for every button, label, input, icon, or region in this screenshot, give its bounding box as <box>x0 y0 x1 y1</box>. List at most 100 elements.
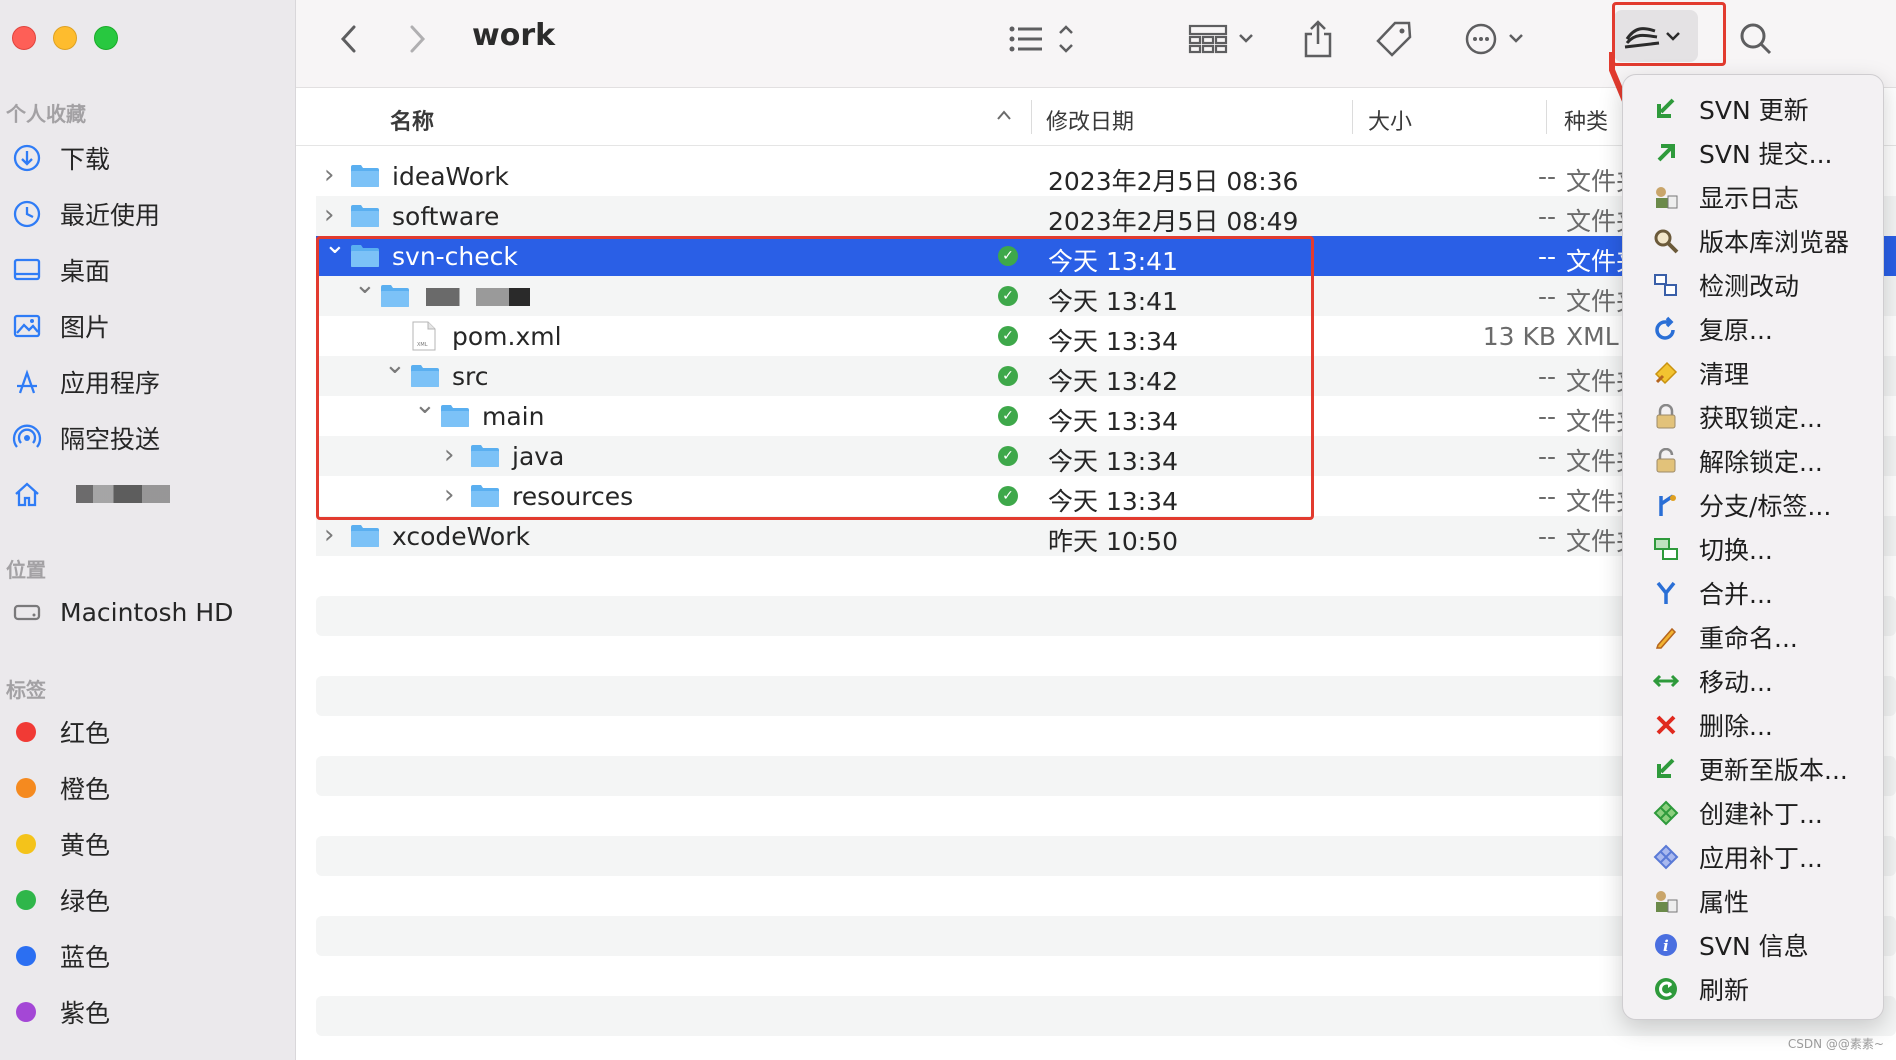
photo-icon <box>10 309 44 343</box>
sidebar-item-download[interactable]: 下载 <box>10 136 290 180</box>
sidebar-tag[interactable]: 橙色 <box>10 766 290 810</box>
sidebar-tag-label: 紫色 <box>60 999 111 1028</box>
column-date[interactable]: 修改日期 <box>1046 104 1134 136</box>
file-name: software <box>392 202 500 231</box>
sidebar-item-desktop[interactable]: 桌面 <box>10 248 290 292</box>
sidebar-item-label: 隔空投送 <box>60 425 161 454</box>
menu-item-label: 切换... <box>1699 536 1773 565</box>
menu-item-cleanup[interactable]: 清理 <box>1623 353 1885 393</box>
more-actions-button[interactable] <box>1460 16 1540 62</box>
minimize-button[interactable] <box>53 26 77 50</box>
menu-item-label: 版本库浏览器 <box>1699 228 1850 257</box>
unlock-icon <box>1651 446 1681 476</box>
menu-item-label: 显示日志 <box>1699 184 1800 213</box>
close-button[interactable] <box>12 26 36 50</box>
apply-patch-icon <box>1651 842 1681 872</box>
ellipsis-circle-icon <box>1465 23 1523 55</box>
sidebar-tag[interactable]: 紫色 <box>10 990 290 1034</box>
refresh-icon <box>1651 974 1681 1004</box>
tag-color-dot <box>16 778 36 798</box>
tag-color-dot <box>16 890 36 910</box>
desktop-icon <box>10 253 44 287</box>
menu-item-unlock[interactable]: 解除锁定... <box>1623 441 1885 481</box>
sidebar-item-photo[interactable]: 图片 <box>10 304 290 348</box>
check-modifications-icon <box>1651 270 1681 300</box>
menu-item-svn-commit[interactable]: SVN 提交... <box>1623 133 1885 173</box>
disclosure-collapsed-icon[interactable]: › <box>324 160 334 190</box>
sidebar-item-airdrop[interactable]: 隔空投送 <box>10 416 290 460</box>
menu-item-rename[interactable]: 重命名... <box>1623 617 1885 657</box>
menu-item-label: 应用补丁... <box>1699 844 1823 873</box>
zoom-button[interactable] <box>94 26 118 50</box>
menu-item-move[interactable]: 移动... <box>1623 661 1885 701</box>
share-icon <box>1304 20 1332 58</box>
disclosure-collapsed-icon[interactable]: › <box>324 200 334 230</box>
menu-item-switch[interactable]: 切换... <box>1623 529 1885 569</box>
redacted-username <box>76 485 170 503</box>
sidebar-item-apps[interactable]: 应用程序 <box>10 360 290 404</box>
menu-item-label: 获取锁定... <box>1699 404 1823 433</box>
column-size[interactable]: 大小 <box>1368 104 1412 136</box>
sidebar-tag[interactable]: 蓝色 <box>10 934 290 978</box>
forward-button[interactable] <box>400 16 436 62</box>
menu-item-branch[interactable]: 分支/标签... <box>1623 485 1885 525</box>
menu-item-label: 合并... <box>1699 580 1773 609</box>
file-size: -- <box>1537 402 1556 431</box>
file-size: -- <box>1537 522 1556 551</box>
menu-item-apply-patch[interactable]: 应用补丁... <box>1623 837 1885 877</box>
menu-item-lock[interactable]: 获取锁定... <box>1623 397 1885 437</box>
sidebar-item-macintosh-hd[interactable]: Macintosh HD <box>10 590 290 634</box>
airdrop-icon <box>10 421 44 455</box>
menu-item-properties[interactable]: 属性 <box>1623 881 1885 921</box>
sidebar-item-home[interactable] <box>10 472 290 516</box>
back-button[interactable] <box>330 16 366 62</box>
sidebar-tag-label: 红色 <box>60 719 111 748</box>
finder-window: 个人收藏 下载 最近使用 桌面 图片 应用程序 隔空投送 位置 Macintosh HD … <box>0 0 1896 1060</box>
file-size: -- <box>1537 482 1556 511</box>
menu-item-repo-browser[interactable]: 版本库浏览器 <box>1623 221 1885 261</box>
column-name[interactable]: 名称 <box>390 104 434 136</box>
sidebar-item-label: 桌面 <box>60 257 111 286</box>
sidebar-tag[interactable]: 黄色 <box>10 822 290 866</box>
sidebar-tag-label: 橙色 <box>60 775 111 804</box>
tags-button[interactable] <box>1372 16 1416 62</box>
menu-item-refresh[interactable]: 刷新 <box>1623 969 1885 1009</box>
file-size: -- <box>1537 242 1556 271</box>
sidebar-tag[interactable]: 红色 <box>10 710 290 754</box>
menu-item-create-patch[interactable]: 创建补丁... <box>1623 793 1885 833</box>
menu-item-label: SVN 信息 <box>1699 932 1809 961</box>
folder-icon <box>350 524 380 548</box>
rename-icon <box>1651 622 1681 652</box>
menu-item-log[interactable]: 显示日志 <box>1623 177 1885 217</box>
group-button[interactable] <box>1184 16 1264 62</box>
menu-item-label: 刷新 <box>1699 976 1750 1005</box>
branch-icon <box>1651 490 1681 520</box>
menu-item-check-modifications[interactable]: 检测改动 <box>1623 265 1885 305</box>
sidebar-tag[interactable]: 绿色 <box>10 878 290 922</box>
menu-item-label: 移动... <box>1699 668 1773 697</box>
menu-item-svn-update[interactable]: SVN 更新 <box>1623 89 1885 129</box>
share-button[interactable] <box>1296 16 1340 62</box>
sort-ascending-icon <box>996 102 1012 126</box>
properties-icon <box>1651 886 1681 916</box>
search-button[interactable] <box>1734 16 1778 62</box>
tag-color-dot <box>16 834 36 854</box>
favorites-header: 个人收藏 <box>6 102 86 126</box>
menu-item-info[interactable]: i SVN 信息 <box>1623 925 1885 965</box>
menu-item-merge[interactable]: 合并... <box>1623 573 1885 613</box>
sidebar-tag-label: 蓝色 <box>60 943 111 972</box>
menu-item-delete[interactable]: 删除... <box>1623 705 1885 745</box>
menu-item-revert[interactable]: 复原... <box>1623 309 1885 349</box>
menu-item-label: SVN 更新 <box>1699 96 1809 125</box>
view-list-button[interactable] <box>1004 16 1084 62</box>
menu-item-label: 解除锁定... <box>1699 448 1823 477</box>
update-to-revision-icon <box>1651 754 1681 784</box>
file-date: 2023年2月5日 08:36 <box>1048 167 1299 196</box>
disclosure-collapsed-icon[interactable]: › <box>324 520 334 550</box>
menu-item-label: 检测改动 <box>1699 272 1800 301</box>
sidebar-item-clock[interactable]: 最近使用 <box>10 192 290 236</box>
window-title: work <box>472 18 556 53</box>
file-name: xcodeWork <box>392 522 530 551</box>
merge-icon <box>1651 578 1681 608</box>
menu-item-update-to-revision[interactable]: 更新至版本... <box>1623 749 1885 789</box>
